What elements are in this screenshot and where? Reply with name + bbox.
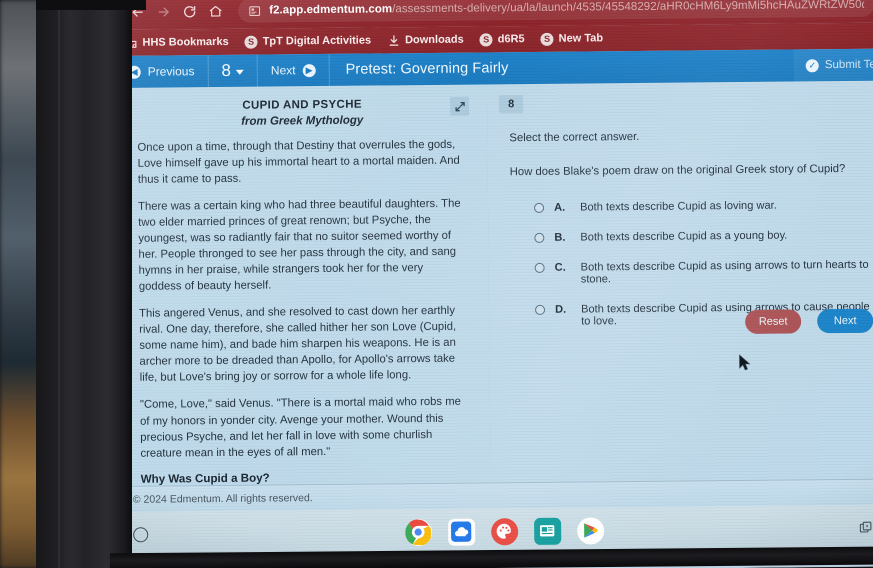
site-info-icon — [249, 5, 261, 16]
address-bar-url: f2.app.edmentum.com/assessments-delivery… — [269, 0, 864, 17]
next-label: Next — [270, 63, 296, 78]
question-actions: Reset Next — [745, 308, 873, 334]
bookmark-tpt[interactable]: S TpT Digital Activities — [244, 34, 372, 49]
reload-button[interactable] — [176, 0, 202, 24]
circle-right-arrow-icon: ▶ — [302, 63, 316, 77]
shelf-app-list — [119, 514, 873, 548]
submit-label: Submit Test — [824, 58, 873, 72]
reload-icon — [183, 5, 195, 17]
current-question-number: 8 — [221, 60, 231, 80]
play-glyph — [584, 523, 598, 538]
arrow-right-icon — [158, 7, 169, 16]
play-store-icon[interactable] — [576, 516, 604, 545]
check-circle-icon: ✓ — [805, 58, 819, 72]
laptop-screen: f2.app.edmentum.com/assessments-delivery… — [114, 0, 873, 568]
chevron-down-icon — [235, 69, 244, 75]
choice-letter: C. — [554, 261, 566, 274]
bookmark-d6r5[interactable]: S d6R5 — [479, 32, 525, 46]
bookmark-label: TpT Digital Activities — [262, 34, 372, 48]
previous-label: Previous — [147, 64, 195, 79]
question-stem: How does Blake's poem draw on the origin… — [509, 162, 846, 179]
laptop-bezel-left — [36, 0, 132, 568]
choice-text: Both texts describe Cupid as a young boy… — [580, 229, 788, 244]
choice-letter: D. — [554, 303, 567, 316]
files-cloud-icon[interactable] — [447, 518, 475, 546]
question-selector[interactable]: 8 — [208, 54, 259, 88]
choice-text: Both texts describe Cupid as using arrow… — [580, 258, 869, 286]
passage-paragraph: "Come, Love," said Venus. "There is a mo… — [139, 396, 461, 460]
forward-button[interactable] — [150, 0, 176, 25]
answer-choice-a[interactable]: A. Both texts describe Cupid as loving w… — [534, 199, 872, 214]
cloud-glyph — [451, 521, 472, 542]
choice-letter: B. — [554, 231, 566, 244]
passage-paragraph: There was a certain king who had three b… — [137, 197, 461, 294]
screenshot-icon[interactable] — [858, 521, 873, 535]
bookmark-label: Downloads — [404, 33, 464, 47]
bookmark-label: New Tab — [558, 32, 604, 45]
palette-glyph — [496, 523, 511, 539]
download-icon — [389, 34, 399, 46]
radio-button[interactable] — [534, 202, 545, 213]
radio-button[interactable] — [535, 304, 546, 315]
submit-test-button[interactable]: ✓ Submit Test — [793, 48, 873, 82]
home-button[interactable] — [202, 0, 228, 24]
chrome-glyph — [405, 519, 432, 546]
reset-button[interactable]: Reset — [745, 309, 802, 334]
chrome-icon[interactable] — [404, 518, 432, 546]
assessment-content: CUPID AND PSYCHE from Greek Mythology On… — [114, 80, 873, 486]
swirl-icon: S — [479, 32, 493, 46]
passage-subtitle: from Greek Mythology — [241, 114, 364, 128]
url-host: f2.app.edmentum.com — [269, 3, 393, 17]
url-path: /assessments-delivery/ua/la/launch/4535/… — [392, 0, 865, 16]
next-question-button[interactable]: Next — [817, 308, 873, 334]
page-title: Pretest: Governing Fairly — [345, 60, 509, 78]
address-bar[interactable]: f2.app.edmentum.com/assessments-delivery… — [238, 0, 873, 23]
radio-button[interactable] — [534, 232, 545, 243]
answer-choice-b[interactable]: B. Both texts describe Cupid as a young … — [534, 229, 872, 244]
passage-paragraph: This angered Venus, and she resolved to … — [139, 305, 457, 385]
choice-letter: A. — [554, 201, 566, 214]
copyright-text: © 2024 Edmentum. All rights reserved. — [132, 491, 313, 506]
bookmark-downloads[interactable]: Downloads — [387, 33, 464, 47]
passage-panel: CUPID AND PSYCHE from Greek Mythology On… — [114, 84, 491, 486]
news-glyph — [540, 525, 555, 537]
bookmark-label: HHS Bookmarks — [142, 35, 229, 49]
radio-button[interactable] — [534, 262, 545, 273]
home-icon — [209, 5, 222, 17]
laptop-bezel-top — [36, 0, 146, 10]
question-panel: 8 Select the correct answer. How does Bl… — [486, 80, 873, 483]
bookmark-label: d6R5 — [497, 33, 525, 46]
choice-text: Both texts describe Cupid as loving war. — [580, 199, 777, 214]
swirl-icon: S — [244, 35, 258, 49]
next-button[interactable]: Next ▶ — [257, 53, 330, 87]
bookmark-hhs[interactable]: HHS Bookmarks — [124, 35, 229, 49]
laptop-photo: f2.app.edmentum.com/assessments-delivery… — [0, 0, 873, 568]
question-instruction: Select the correct answer. — [509, 130, 640, 145]
question-number-badge: 8 — [498, 95, 524, 114]
passage-paragraph: Once upon a time, through that Destiny t… — [137, 138, 460, 186]
paint-palette-icon[interactable] — [490, 517, 518, 545]
answer-choice-c[interactable]: C. Both texts describe Cupid as using ar… — [534, 258, 873, 286]
swirl-icon: S — [540, 32, 554, 46]
expand-diagonal-icon — [454, 101, 465, 111]
bookmark-new-tab[interactable]: S New Tab — [540, 32, 604, 46]
news-icon[interactable] — [533, 517, 561, 545]
expand-passage-button[interactable] — [450, 96, 470, 116]
